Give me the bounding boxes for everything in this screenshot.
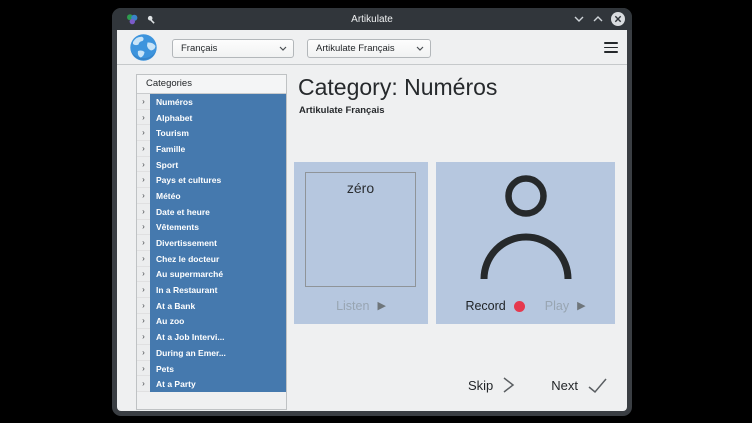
globe-icon [129,33,158,67]
record-play-controls: Record Play ▶ [436,299,615,313]
expander-icon[interactable]: › [137,251,150,267]
window-title: Artikulate [112,14,632,25]
expander-icon[interactable]: › [137,94,150,110]
sidebar-item-at-a-party[interactable]: ›At a Party [137,376,286,392]
language-select[interactable]: Français [172,39,294,58]
sidebar-item-label: Alphabet [150,110,286,126]
skip-button[interactable]: Skip [468,378,493,393]
minimize-icon[interactable] [573,13,585,25]
course-select-value: Artikulate Français [316,43,416,54]
desktop-background: Artikulate [0,0,752,423]
sidebar-item-label: At a Party [150,376,286,392]
navigation-row: Skip Next [468,376,608,394]
sidebar-item-label: Numéros [150,94,286,110]
sidebar-item-meteo[interactable]: ›Météo [137,188,286,204]
expander-icon[interactable]: › [137,172,150,188]
artikulate-window: Artikulate [112,8,632,416]
record-card: Record Play ▶ [436,162,615,324]
next-check-icon[interactable] [587,377,608,394]
expander-icon[interactable]: › [137,267,150,283]
categories-panel: Categories ›Numéros ›Alphabet ›Tourism ›… [136,74,287,410]
sidebar-item-label: Chez le docteur [150,251,286,267]
expander-icon[interactable]: › [137,204,150,220]
sidebar-item-label: Tourism [150,125,286,141]
expander-icon[interactable]: › [137,125,150,141]
sidebar-item-label: Sport [150,157,286,173]
phrase-card: zéro Listen ▶ [294,162,428,324]
sidebar-item-famille[interactable]: ›Famille [137,141,286,157]
sidebar-item-label: During an Emer... [150,345,286,361]
categories-header: Categories [137,75,286,94]
sidebar-item-in-a-restaurant[interactable]: ›In a Restaurant [137,282,286,298]
menu-icon[interactable] [604,42,618,53]
close-icon[interactable] [611,12,625,26]
expander-icon[interactable]: › [137,220,150,236]
expander-icon[interactable]: › [137,298,150,314]
sidebar-item-label: Météo [150,188,286,204]
chevron-down-icon [416,46,424,51]
sidebar-item-at-a-job-interview[interactable]: ›At a Job Intervi... [137,329,286,345]
expander-icon[interactable]: › [137,110,150,126]
app-icon[interactable] [126,13,138,25]
play-label: Play [545,299,569,313]
sidebar-item-tourism[interactable]: ›Tourism [137,125,286,141]
window-content: Français Artikulate Français Categories [117,30,627,411]
toolbar: Français Artikulate Français [117,30,627,65]
course-select[interactable]: Artikulate Français [307,39,431,58]
pin-icon[interactable] [146,14,157,25]
sidebar-item-sport[interactable]: ›Sport [137,157,286,173]
sidebar-item-label: At a Bank [150,298,286,314]
sidebar-item-numeros[interactable]: ›Numéros [137,94,286,110]
sidebar-item-label: At a Job Intervi... [150,329,286,345]
sidebar-item-alphabet[interactable]: ›Alphabet [137,110,286,126]
listen-label: Listen [336,299,369,313]
expander-icon[interactable]: › [137,235,150,251]
expander-icon[interactable]: › [137,314,150,330]
chevron-down-icon [279,46,287,51]
titlebar[interactable]: Artikulate [112,8,632,30]
sidebar-item-label: Pays et cultures [150,172,286,188]
sidebar-item-label: Famille [150,141,286,157]
play-triangle-icon[interactable]: ▶ [577,301,585,312]
sidebar-item-during-an-emergency[interactable]: ›During an Emer... [137,345,286,361]
listen-button[interactable]: Listen ▶ [294,299,428,313]
person-icon [478,175,574,288]
sidebar-item-label: Au zoo [150,314,286,330]
maximize-icon[interactable] [592,13,604,25]
expander-icon[interactable]: › [137,141,150,157]
sidebar-item-label: In a Restaurant [150,282,286,298]
expander-icon[interactable]: › [137,329,150,345]
record-label: Record [465,299,505,313]
phrase-text: zéro [306,180,415,196]
sidebar-item-vetements[interactable]: ›Vêtements [137,220,286,236]
sidebar-item-label: Divertissement [150,235,286,251]
sidebar-item-pets[interactable]: ›Pets [137,361,286,377]
sidebar-item-label: Vêtements [150,220,286,236]
sidebar-item-date-et-heure[interactable]: ›Date et heure [137,204,286,220]
sidebar-item-chez-le-docteur[interactable]: ›Chez le docteur [137,251,286,267]
sidebar-item-au-supermarche[interactable]: ›Au supermarché [137,267,286,283]
sidebar-item-label: Au supermarché [150,267,286,283]
expander-icon[interactable]: › [137,188,150,204]
record-button[interactable] [514,301,525,312]
expander-icon[interactable]: › [137,345,150,361]
expander-icon[interactable]: › [137,157,150,173]
expander-icon[interactable]: › [137,376,150,392]
course-subtitle: Artikulate Français [299,105,385,116]
sidebar-item-label: Date et heure [150,204,286,220]
categories-list: ›Numéros ›Alphabet ›Tourism ›Famille ›Sp… [137,94,286,392]
skip-chevron-icon[interactable] [502,376,515,394]
language-select-value: Français [181,43,279,54]
sidebar-item-au-zoo[interactable]: ›Au zoo [137,314,286,330]
expander-icon[interactable]: › [137,282,150,298]
next-button[interactable]: Next [551,378,578,393]
phrase-box: zéro [305,172,416,287]
sidebar-item-at-a-bank[interactable]: ›At a Bank [137,298,286,314]
sidebar-item-pays-et-cultures[interactable]: ›Pays et cultures [137,172,286,188]
play-triangle-icon: ▶ [377,301,385,312]
expander-icon[interactable]: › [137,361,150,377]
sidebar-item-divertissement[interactable]: ›Divertissement [137,235,286,251]
sidebar-item-label: Pets [150,361,286,377]
page-title: Category: Numéros [298,74,497,101]
